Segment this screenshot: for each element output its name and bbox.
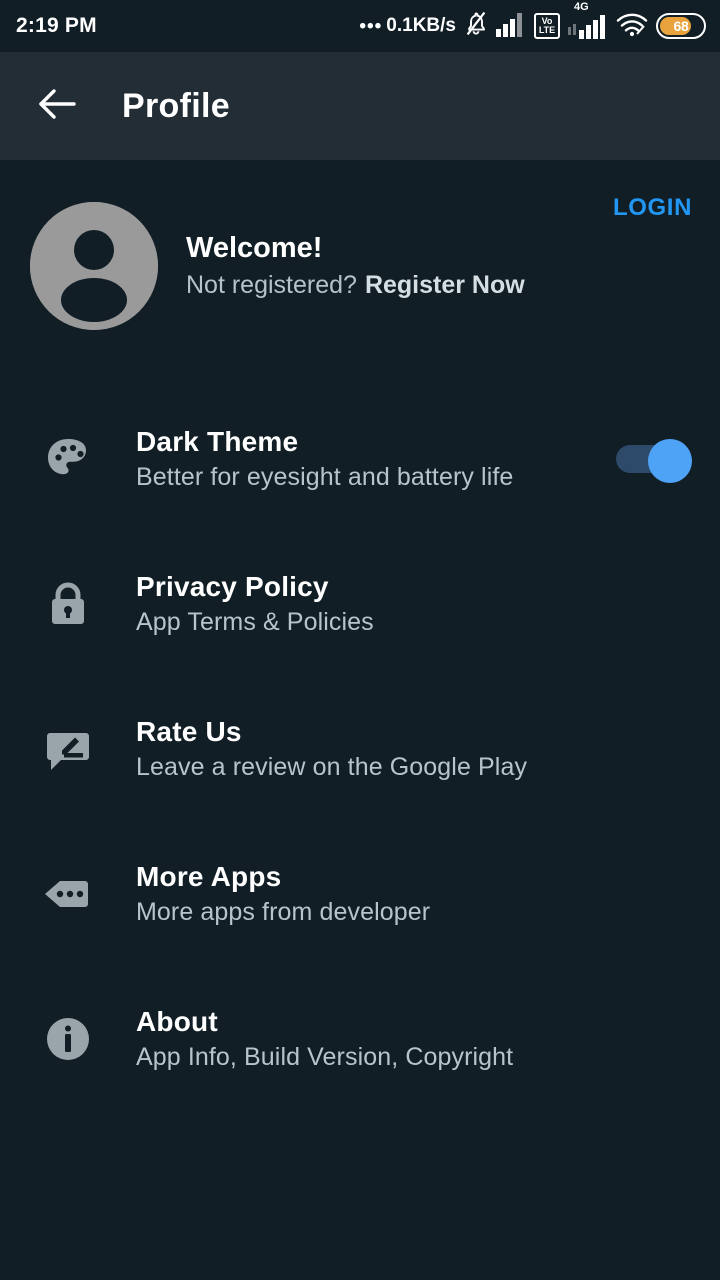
settings-row-dark-theme[interactable]: Dark Theme Better for eyesight and batte… [0, 386, 720, 531]
info-icon [42, 1013, 94, 1065]
toggle-thumb [648, 438, 692, 483]
settings-row-about[interactable]: About App Info, Build Version, Copyright [0, 966, 720, 1111]
login-button[interactable]: LOGIN [613, 194, 692, 222]
rate-review-icon [42, 723, 94, 775]
profile-text-group: Welcome! Not registered? Register Now [186, 232, 525, 300]
settings-row-rate-us[interactable]: Rate Us Leave a review on the Google Pla… [0, 676, 720, 821]
status-bar: 2:19 PM ••• 0.1KB/s Vo LTE 4G 68 [0, 0, 720, 52]
signal-bars-icon [496, 11, 526, 42]
mobile-data-signal-icon: 4G [568, 1, 608, 39]
network-speed-value: 0.1KB/s [386, 15, 456, 36]
network-activity-dots-icon: ••• [359, 15, 383, 37]
app-bar: Profile [0, 52, 720, 160]
settings-row-title: Dark Theme [136, 425, 299, 457]
person-avatar-icon [30, 202, 158, 330]
settings-row-subtitle: Better for eyesight and battery life [136, 462, 514, 491]
settings-row-subtitle: App Info, Build Version, Copyright [136, 1042, 514, 1071]
dark-theme-toggle[interactable] [616, 438, 692, 483]
battery-icon: 68 [656, 13, 706, 39]
settings-row-text: About App Info, Build Version, Copyright [136, 1006, 513, 1072]
settings-row-title: About [136, 1005, 218, 1037]
settings-row-more-apps[interactable]: More Apps More apps from developer [0, 821, 720, 966]
register-prompt: Not registered? Register Now [186, 271, 525, 300]
palette-icon [42, 433, 94, 485]
settings-row-text: Dark Theme Better for eyesight and batte… [136, 426, 513, 492]
settings-row-title: Privacy Policy [136, 570, 329, 602]
network-speed-indicator: ••• 0.1KB/s [359, 15, 456, 37]
avatar[interactable] [30, 202, 158, 330]
settings-row-privacy-policy[interactable]: Privacy Policy App Terms & Policies [0, 531, 720, 676]
bell-off-icon [464, 11, 488, 42]
not-registered-label: Not registered? [186, 271, 357, 299]
back-button[interactable] [36, 84, 80, 128]
register-now-link[interactable]: Register Now [365, 271, 525, 299]
battery-percent-label: 68 [673, 18, 689, 34]
status-icons-group: ••• 0.1KB/s Vo LTE 4G 68 [359, 1, 706, 42]
lock-icon [42, 578, 94, 630]
settings-row-title: Rate Us [136, 715, 242, 747]
status-clock: 2:19 PM [16, 14, 97, 37]
settings-row-subtitle: App Terms & Policies [136, 607, 374, 636]
profile-header: Welcome! Not registered? Register Now LOG… [0, 160, 720, 364]
settings-row-text: More Apps More apps from developer [136, 861, 430, 927]
page-title: Profile [122, 86, 230, 125]
settings-row-subtitle: Leave a review on the Google Play [136, 752, 528, 781]
settings-row-text: Privacy Policy App Terms & Policies [136, 571, 374, 637]
volte-bottom-label: LTE [538, 25, 556, 35]
more-apps-icon [42, 868, 94, 920]
settings-row-text: Rate Us Leave a review on the Google Pla… [136, 716, 527, 782]
wifi-icon [616, 11, 648, 42]
settings-list: Dark Theme Better for eyesight and batte… [0, 364, 720, 1111]
back-arrow-icon [38, 87, 78, 126]
welcome-title: Welcome! [186, 232, 323, 264]
settings-row-subtitle: More apps from developer [136, 897, 431, 926]
network-type-label: 4G [574, 1, 589, 13]
volte-badge-icon: Vo LTE [534, 13, 560, 39]
settings-row-title: More Apps [136, 860, 282, 892]
